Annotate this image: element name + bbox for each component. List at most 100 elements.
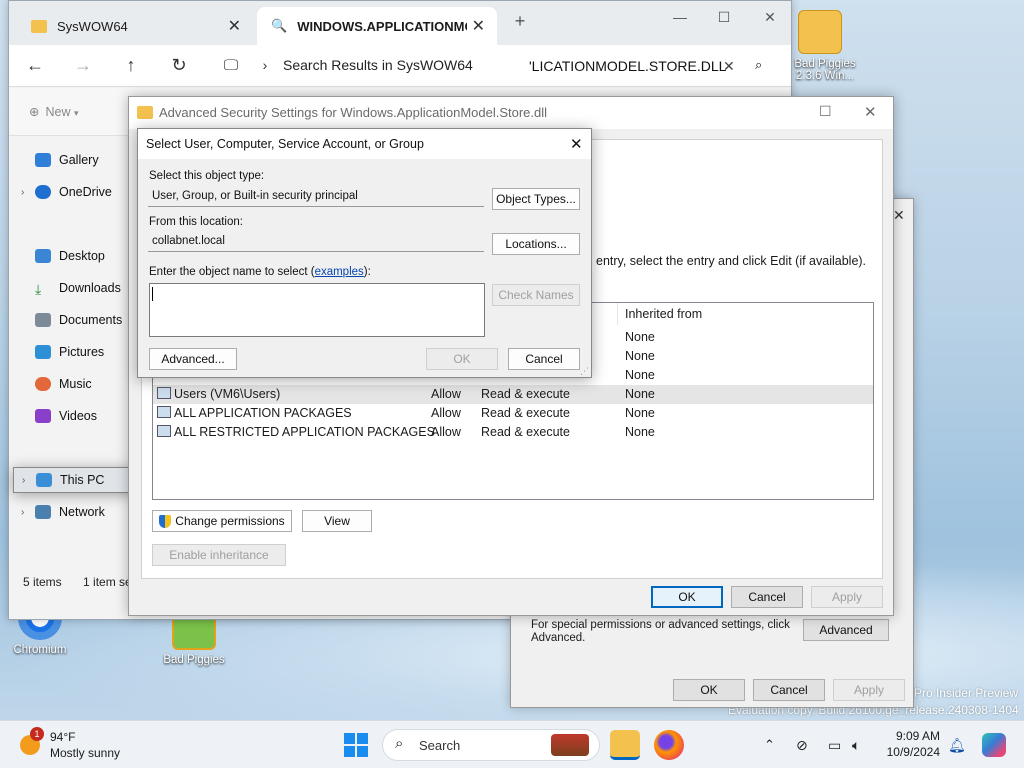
entry-type: Allow: [431, 406, 461, 420]
users-group-icon: [157, 387, 171, 399]
clock[interactable]: 9:09 AM 10/9/2024: [884, 728, 940, 760]
entry-inherited-from-text: None: [625, 349, 655, 363]
nav-label: Gallery: [59, 153, 99, 167]
object-types-button[interactable]: Object Types...: [492, 188, 580, 210]
display-icon[interactable]: ▭: [828, 737, 841, 754]
tab-search-results[interactable]: 🔍 WINDOWS.APPLICATIONMODE ✕: [257, 7, 497, 45]
nav-label: Network: [59, 505, 105, 519]
advanced-ok-button[interactable]: OK: [651, 586, 723, 608]
nav-item-downloads[interactable]: ⤓ Downloads: [21, 277, 137, 299]
maximize-icon[interactable]: ☐: [819, 103, 832, 120]
nav-item-onedrive[interactable]: › OneDrive: [21, 181, 137, 203]
network-disconnected-icon[interactable]: ⊘: [796, 737, 808, 754]
close-icon[interactable]: ✕: [893, 207, 905, 224]
status-selected: 1 item se: [83, 575, 132, 589]
select-cancel-button[interactable]: Cancel: [508, 348, 580, 370]
change-permissions-button[interactable]: Change permissions: [152, 510, 292, 532]
entry-type: Allow: [431, 425, 461, 439]
select-ok-button[interactable]: OK: [426, 348, 498, 370]
advanced-apply-button[interactable]: Apply: [811, 586, 883, 608]
enter-label-text: Enter the object name to select (: [149, 266, 315, 278]
entry-inherited-from: None: [625, 387, 655, 401]
start-icon[interactable]: [344, 733, 368, 757]
firefox-icon[interactable]: [654, 730, 684, 760]
entry-inherited-from: None: [625, 406, 655, 420]
navigation-pane: Gallery › OneDrive Desktop ⤓ Downloads Doc…: [9, 137, 137, 597]
window-title-text: Advanced Security Settings for Windows.A…: [159, 105, 548, 120]
address-bar: ← → ↑ ↻ 🖵 › Search Results in SysWOW64 '…: [9, 45, 791, 87]
chevron-right-icon[interactable]: ›: [253, 57, 277, 73]
chevron-right-icon[interactable]: ›: [22, 475, 36, 486]
desktop-icon-bad-piggies-folder[interactable]: Bad Piggies 2.3.6 Win...: [780, 10, 860, 82]
entry-inherited-from-text: None: [625, 425, 655, 439]
nav-item-desktop[interactable]: Desktop: [21, 245, 137, 267]
chevron-right-icon[interactable]: ›: [21, 507, 35, 518]
chevron-up-icon[interactable]: ⌃: [764, 737, 775, 753]
maximize-icon[interactable]: ☐: [709, 9, 739, 26]
properties-advanced-button[interactable]: Advanced: [803, 619, 889, 641]
folder-icon: [137, 106, 153, 119]
properties-apply-button[interactable]: Apply: [833, 679, 905, 701]
taskbar-search-box[interactable]: ⌕ Search: [382, 729, 600, 761]
taskbar-search-label: Search: [419, 738, 461, 753]
close-tab-icon[interactable]: ✕: [228, 16, 241, 36]
permission-entry-row[interactable]: ALL APPLICATION PACKAGES Allow Read & exec…: [153, 404, 873, 423]
entry-access-text: Read & execute: [481, 406, 570, 420]
plus-circle-icon: ⊕: [29, 105, 40, 119]
location-value: collabnet.local: [148, 232, 484, 252]
examples-link[interactable]: examples: [315, 266, 364, 278]
file-explorer-taskbar-icon[interactable]: [610, 730, 640, 760]
tab-label: WINDOWS.APPLICATIONMODE: [297, 18, 467, 34]
enter-object-name-label: Enter the object name to select (example…: [149, 266, 371, 278]
copilot-icon[interactable]: [982, 733, 1006, 757]
back-icon[interactable]: ←: [23, 55, 47, 76]
search-value: 'LICATIONMODEL.STORE.DLL: [529, 58, 727, 74]
nav-item-this-pc[interactable]: › This PC: [13, 467, 137, 493]
nav-item-network[interactable]: › Network: [21, 501, 137, 523]
minimize-icon[interactable]: —: [665, 9, 695, 25]
breadcrumb[interactable]: Search Results in SysWOW64: [283, 57, 473, 73]
nav-item-gallery[interactable]: Gallery: [21, 149, 137, 171]
close-icon[interactable]: ✕: [570, 135, 583, 153]
chevron-right-icon[interactable]: ›: [21, 187, 35, 198]
advanced-cancel-button[interactable]: Cancel: [731, 586, 803, 608]
dialog-title-text: Select User, Computer, Service Account, …: [146, 137, 424, 151]
properties-cancel-button[interactable]: Cancel: [753, 679, 825, 701]
forward-icon[interactable]: →: [71, 55, 95, 76]
desktop-icon: [35, 249, 51, 263]
nav-item-music[interactable]: Music: [21, 373, 137, 395]
search-icon[interactable]: ⌕: [755, 57, 762, 73]
new-tab-icon[interactable]: +: [505, 11, 535, 32]
notification-bell-icon[interactable]: 🔔︎: [948, 737, 966, 754]
close-icon[interactable]: ✕: [755, 9, 785, 26]
resize-grip-icon[interactable]: ⋰: [580, 366, 589, 377]
locations-button[interactable]: Locations...: [492, 233, 580, 255]
select-user-dialog: Select User, Computer, Service Account, …: [137, 128, 592, 378]
instructions-text: entry, select the entry and click Edit (…: [596, 254, 867, 268]
search-input[interactable]: 'LICATIONMODEL.STORE.DLL ✕ ⌕: [519, 51, 789, 81]
enable-inheritance-button[interactable]: Enable inheritance: [152, 544, 286, 566]
desktop-icon-label: Chromium: [13, 644, 67, 656]
tab-syswow64[interactable]: SysWOW64 ✕: [17, 7, 253, 45]
gallery-icon: [35, 153, 51, 167]
permission-entry-row[interactable]: ALL RESTRICTED APPLICATION PACKAGES Allow…: [153, 423, 873, 442]
nav-item-videos[interactable]: Videos: [21, 405, 137, 427]
close-tab-icon[interactable]: ✕: [472, 16, 485, 36]
object-name-input[interactable]: [149, 283, 485, 337]
column-header-inherited-from[interactable]: Inherited from: [625, 307, 702, 321]
nav-item-pictures[interactable]: Pictures: [21, 341, 137, 363]
select-advanced-button[interactable]: Advanced...: [149, 348, 237, 370]
permission-entry-row[interactable]: Users (VM6\Users) Allow Read & execute None: [153, 385, 873, 404]
new-button[interactable]: ⊕ New ▾: [29, 104, 79, 119]
weather-widget[interactable]: 1 94°F Mostly sunny: [18, 727, 138, 763]
close-icon[interactable]: ✕: [864, 103, 877, 121]
tab-label: SysWOW64: [57, 18, 128, 34]
volume-icon[interactable]: 🔈︎: [852, 737, 860, 754]
check-names-button[interactable]: Check Names: [492, 284, 580, 306]
properties-ok-button[interactable]: OK: [673, 679, 745, 701]
refresh-icon[interactable]: ↻: [167, 55, 191, 76]
up-icon[interactable]: ↑: [119, 55, 143, 76]
nav-item-documents[interactable]: Documents: [21, 309, 137, 331]
view-button[interactable]: View: [302, 510, 372, 532]
clear-search-icon[interactable]: ✕: [723, 58, 735, 75]
